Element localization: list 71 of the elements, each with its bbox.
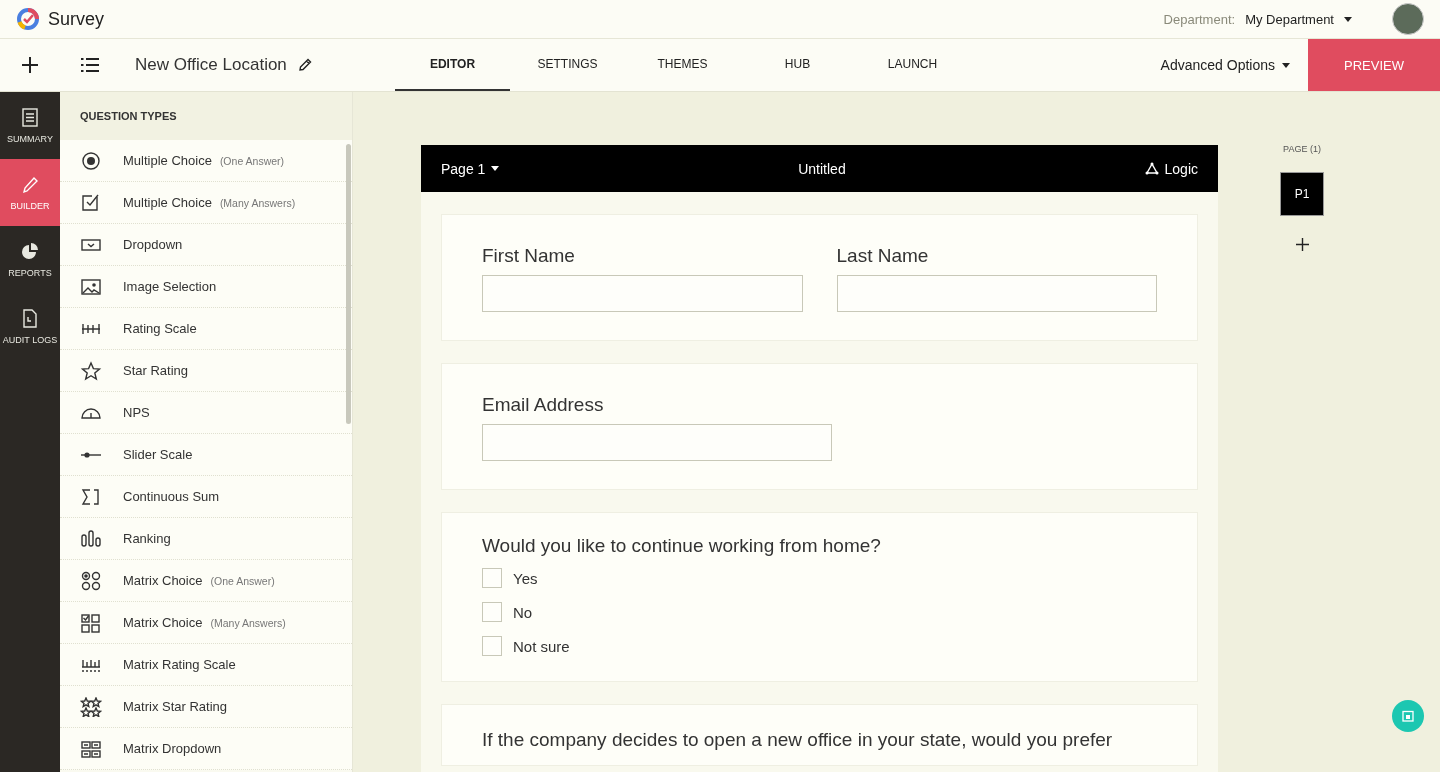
field-label: Last Name bbox=[836, 245, 930, 267]
audit-icon bbox=[20, 308, 40, 329]
checkbox-grid-icon bbox=[80, 612, 102, 633]
text-input[interactable] bbox=[836, 275, 1157, 312]
help-button[interactable] bbox=[1392, 700, 1424, 732]
question-type-item[interactable]: Slider Scale bbox=[60, 434, 352, 476]
reports-icon bbox=[20, 241, 40, 262]
menu-icon bbox=[81, 58, 99, 72]
checkbox[interactable] bbox=[482, 636, 502, 656]
department-dropdown[interactable]: My Department bbox=[1245, 11, 1352, 27]
star-grid-icon bbox=[80, 696, 102, 717]
caret-icon bbox=[1344, 16, 1352, 22]
add-page-button[interactable] bbox=[1294, 236, 1310, 252]
logo-icon bbox=[16, 7, 40, 31]
department-label: Department: bbox=[1163, 11, 1236, 27]
rail-item[interactable]: SUMMARY bbox=[0, 92, 60, 159]
dropdown-grid-icon bbox=[80, 738, 102, 759]
tab[interactable]: LAUNCH bbox=[855, 39, 970, 91]
checkbox[interactable] bbox=[482, 568, 502, 588]
question-type-item[interactable]: Matrix Star Rating bbox=[60, 686, 352, 728]
advanced-options-button[interactable]: Advanced Options bbox=[1160, 57, 1290, 73]
question-type-item[interactable]: Continuous Sum bbox=[60, 476, 352, 518]
pencil-icon bbox=[297, 58, 312, 72]
bars-icon bbox=[80, 528, 102, 549]
rail-item[interactable]: AUDIT LOGS bbox=[0, 293, 60, 360]
caret-icon bbox=[491, 166, 500, 171]
option-label: Not sure bbox=[513, 637, 570, 655]
panel-title: QUESTION TYPES bbox=[60, 92, 352, 140]
image-icon bbox=[80, 276, 102, 297]
tab[interactable]: HUB bbox=[740, 39, 855, 91]
field-label: Email Address bbox=[482, 394, 605, 416]
survey-title: New Office Location bbox=[135, 55, 287, 75]
edit-title-button[interactable] bbox=[296, 57, 313, 73]
slider-icon bbox=[80, 451, 102, 458]
question-type-item[interactable]: Matrix Rating Scale bbox=[60, 644, 352, 686]
option-label: No bbox=[513, 603, 533, 621]
builder-icon bbox=[20, 174, 40, 195]
calendar-icon bbox=[1402, 710, 1414, 722]
question-type-item[interactable]: Matrix Choice (Many Answers) bbox=[60, 602, 352, 644]
question-type-item[interactable]: Matrix Choice (One Answer) bbox=[60, 560, 352, 602]
question-text: Would you like to continue working from home? bbox=[482, 535, 882, 557]
scrollbar[interactable] bbox=[346, 144, 351, 424]
radio-icon bbox=[80, 150, 102, 171]
question-type-item[interactable]: Ranking bbox=[60, 518, 352, 560]
question-text: If the company decides to open a new office in your state, would you prefer bbox=[482, 729, 1114, 751]
summary-icon bbox=[20, 107, 40, 128]
rail-item[interactable]: BUILDER bbox=[0, 159, 60, 226]
page-thumbnail[interactable]: P1 bbox=[1280, 172, 1324, 216]
page-title: Untitled bbox=[798, 160, 846, 177]
user-avatar[interactable] bbox=[1392, 3, 1424, 35]
question-type-item[interactable]: Matrix Dropdown bbox=[60, 728, 352, 770]
caret-icon bbox=[1282, 62, 1290, 68]
checkbox[interactable] bbox=[482, 602, 502, 622]
plus-icon bbox=[21, 56, 39, 74]
rail-item[interactable]: REPORTS bbox=[0, 226, 60, 293]
logic-button[interactable]: Logic bbox=[1144, 160, 1198, 177]
sigma-icon bbox=[80, 486, 102, 507]
plus-icon bbox=[1295, 237, 1309, 251]
radio-grid-icon bbox=[80, 570, 102, 591]
tab[interactable]: SETTINGS bbox=[510, 39, 625, 91]
pages-label: PAGE (1) bbox=[1283, 144, 1321, 154]
triangle-nodes-icon bbox=[1144, 162, 1159, 175]
star-icon bbox=[80, 360, 102, 381]
option-label: Yes bbox=[513, 569, 538, 587]
text-input[interactable] bbox=[482, 424, 832, 461]
tab[interactable]: THEMES bbox=[625, 39, 740, 91]
page-dropdown[interactable]: Page 1 bbox=[441, 160, 500, 177]
preview-button[interactable]: PREVIEW bbox=[1308, 39, 1440, 91]
app-name: Survey bbox=[48, 8, 105, 30]
field-label: First Name bbox=[482, 245, 576, 267]
text-input[interactable] bbox=[482, 275, 803, 312]
